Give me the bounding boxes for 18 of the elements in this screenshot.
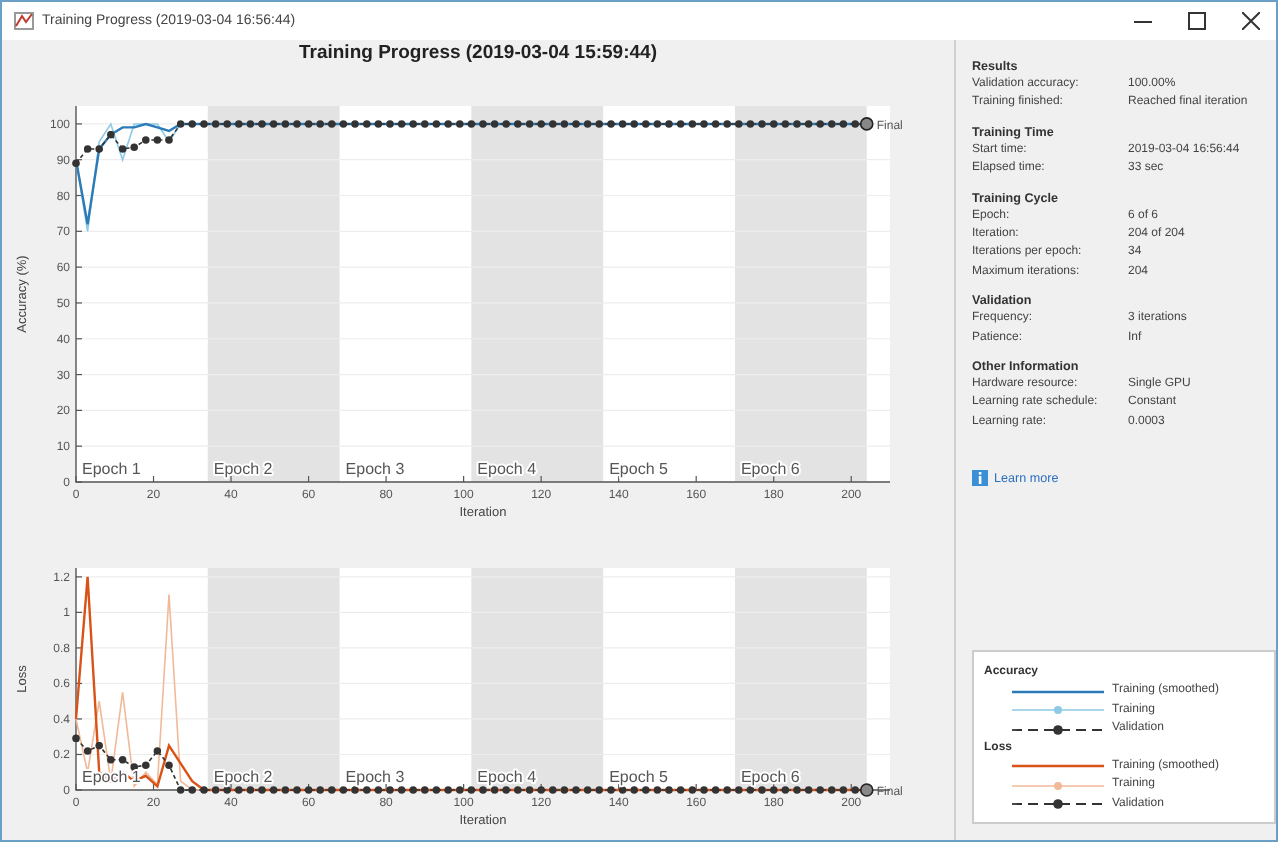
epoch-label: Epoch 1: [82, 460, 141, 478]
maximize-icon[interactable]: [1188, 12, 1206, 30]
close-icon[interactable]: [1242, 12, 1260, 30]
epoch-label: Epoch 5: [609, 768, 668, 786]
epoch-label: Epoch 3: [345, 768, 405, 786]
epoch-label: Epoch 6: [740, 768, 800, 786]
epoch-label: Epoch 2: [213, 768, 273, 786]
epoch-label: Epoch 5: [609, 460, 668, 478]
final-marker: [859, 117, 874, 131]
epoch-label: Epoch 2: [213, 460, 273, 478]
epoch-label: Epoch 3: [345, 460, 405, 478]
info-icon: [972, 470, 988, 487]
epoch-label: Epoch 4: [477, 460, 537, 478]
final-marker: [859, 783, 874, 797]
epoch-label: Epoch 4: [477, 768, 537, 786]
app-icon: [14, 12, 34, 30]
figure-title: Training Progress (2019-03-04 15:59:44): [296, 40, 659, 68]
epoch-label: Epoch 6: [740, 460, 800, 478]
